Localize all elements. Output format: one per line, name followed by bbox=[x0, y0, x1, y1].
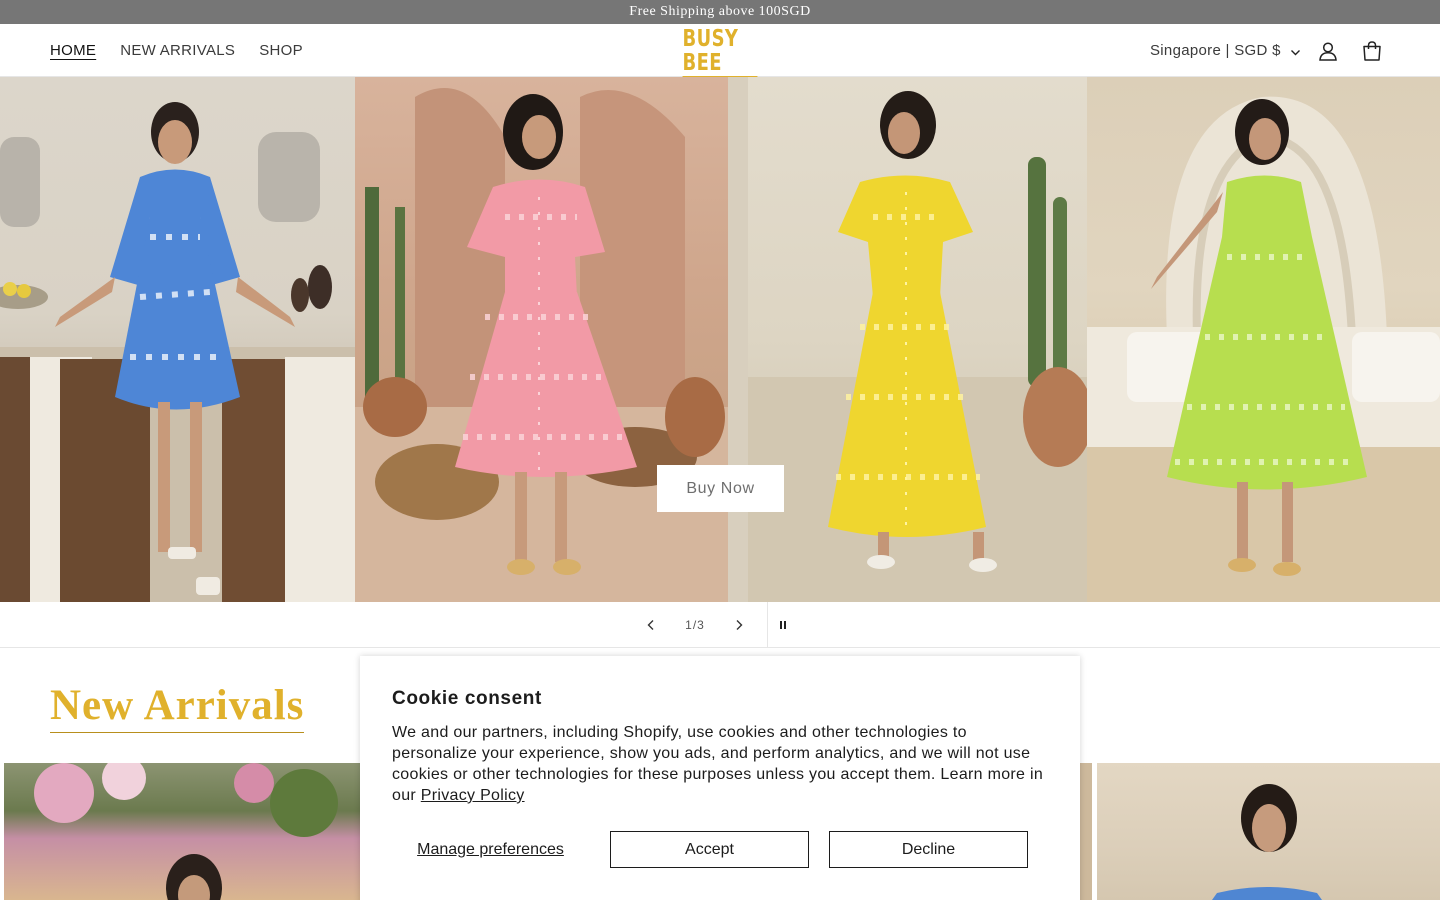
bag-icon[interactable] bbox=[1359, 38, 1385, 64]
cookie-title: Cookie consent bbox=[392, 688, 542, 709]
hero-slideshow: Buy Now bbox=[0, 77, 1440, 602]
locale-label: Singapore | SGD $ bbox=[1150, 42, 1281, 59]
chevron-down-icon bbox=[1290, 45, 1301, 56]
new-arrivals-heading: New Arrivals bbox=[50, 680, 305, 733]
nav-shop[interactable]: SHOP bbox=[247, 24, 315, 77]
product-card-image[interactable] bbox=[4, 763, 360, 900]
country-currency-selector[interactable]: Singapore | SGD $ bbox=[1142, 24, 1309, 77]
product-card-image[interactable] bbox=[1080, 763, 1092, 900]
buy-now-button[interactable]: Buy Now bbox=[657, 465, 784, 512]
site-header: HOME NEW ARRIVALS SHOP BUSY BEE Singapor… bbox=[0, 24, 1440, 78]
decline-button[interactable]: Decline bbox=[829, 831, 1028, 868]
slideshow-controls: 1/3 bbox=[0, 602, 1440, 648]
cookie-description: We and our partners, including Shopify, … bbox=[392, 722, 1052, 806]
nav-new-arrivals[interactable]: NEW ARRIVALS bbox=[108, 24, 247, 77]
main-nav: HOME NEW ARRIVALS SHOP bbox=[38, 24, 315, 77]
user-icon[interactable] bbox=[1315, 38, 1341, 64]
hero-image-green-dress bbox=[1087, 77, 1440, 602]
chevron-left-icon[interactable] bbox=[629, 602, 673, 648]
announcement-text: Free Shipping above 100SGD bbox=[629, 4, 811, 19]
privacy-policy-link[interactable]: Privacy Policy bbox=[421, 787, 525, 804]
nav-home[interactable]: HOME bbox=[38, 24, 108, 77]
manage-preferences-button[interactable]: Manage preferences bbox=[392, 831, 589, 868]
hero-image-yellow-dress bbox=[728, 77, 1087, 602]
accept-button[interactable]: Accept bbox=[610, 831, 809, 868]
chevron-right-icon[interactable] bbox=[717, 602, 761, 648]
slide-counter: 1/3 bbox=[685, 618, 705, 632]
pause-icon[interactable] bbox=[768, 602, 798, 648]
announcement-bar: Free Shipping above 100SGD bbox=[0, 0, 1440, 24]
hero-image-blue-dress bbox=[0, 77, 355, 602]
product-card-image[interactable] bbox=[1097, 763, 1440, 900]
cookie-consent-dialog: Cookie consent We and our partners, incl… bbox=[360, 656, 1080, 900]
hero-image-pink-dress bbox=[355, 77, 728, 602]
site-logo[interactable]: BUSY BEE bbox=[672, 27, 768, 78]
logo-text: BUSY BEE bbox=[682, 27, 758, 78]
